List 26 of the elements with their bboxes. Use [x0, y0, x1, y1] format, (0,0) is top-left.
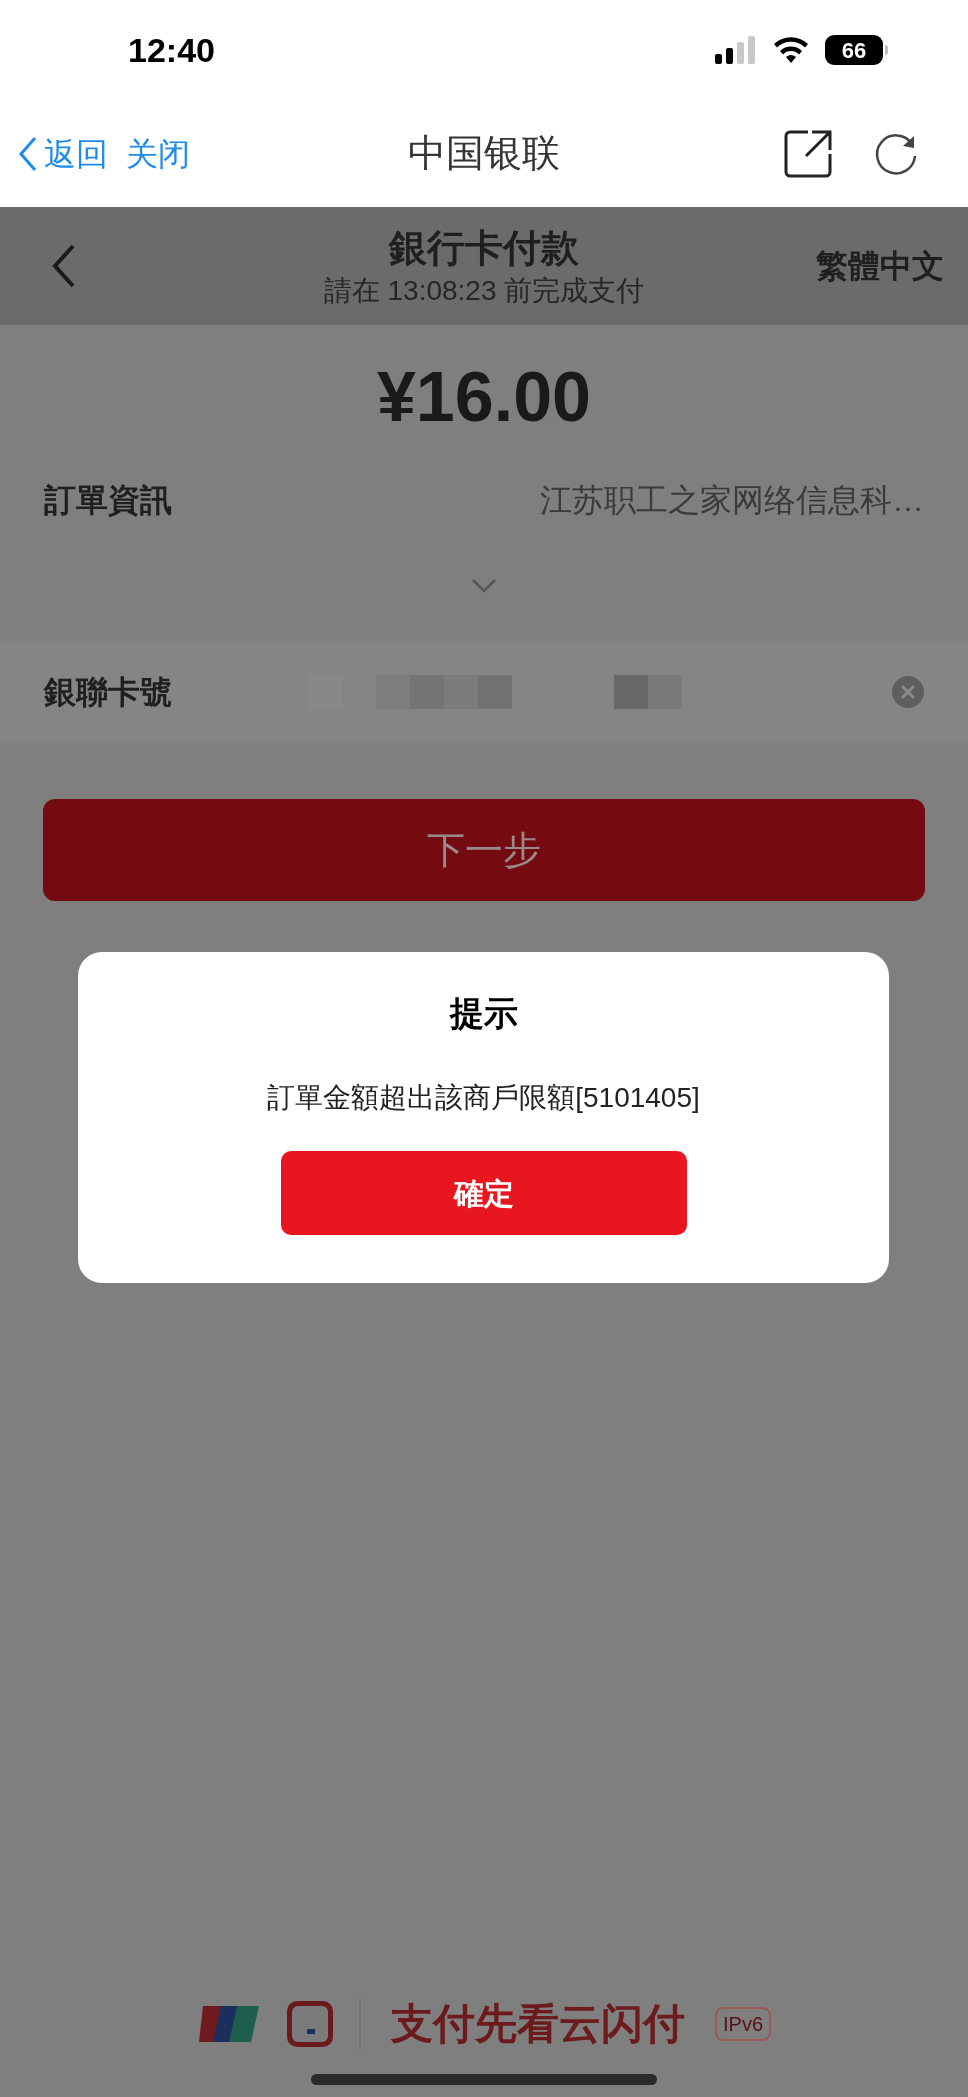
back-chevron-icon — [18, 135, 38, 172]
page-title: 中国银联 — [408, 131, 560, 176]
expand-chevron-icon[interactable] — [471, 578, 497, 594]
signal-icon — [715, 36, 757, 64]
card-number-label: 銀聯卡號 — [44, 673, 173, 712]
payment-amount: ¥16.00 — [376, 357, 592, 438]
dialog-message: 訂單金額超出該商戶限額[5101405] — [267, 1081, 700, 1115]
app-logo — [285, 1999, 335, 2049]
card-number-field[interactable]: 銀聯卡號 — [0, 642, 968, 742]
ipv6-badge: IPv6 — [715, 2007, 771, 2041]
battery-level: 66 — [841, 36, 867, 65]
header-title: 銀行卡付款 — [389, 226, 579, 271]
dialog-title: 提示 — [449, 993, 518, 1034]
language-toggle[interactable]: 繁體中文 — [816, 242, 944, 290]
merchant-name: 江苏职工之家网络信息科… — [540, 481, 924, 520]
card-logo — [197, 2004, 261, 2044]
back-icon[interactable] — [52, 244, 76, 288]
clear-icon[interactable] — [892, 676, 924, 708]
payment-deadline: 請在 13:08:23 前完成支付 — [323, 274, 645, 308]
footer-slogan: 支付先看云闪付 — [390, 1998, 686, 2050]
confirm-button[interactable]: 確定 — [280, 1151, 687, 1235]
back-button[interactable]: 返回 — [18, 129, 108, 178]
wifi-icon — [771, 35, 811, 65]
close-link[interactable]: 关闭 — [126, 129, 190, 178]
status-time: 12:40 — [128, 29, 215, 71]
order-info-label: 訂單資訊 — [44, 481, 172, 520]
